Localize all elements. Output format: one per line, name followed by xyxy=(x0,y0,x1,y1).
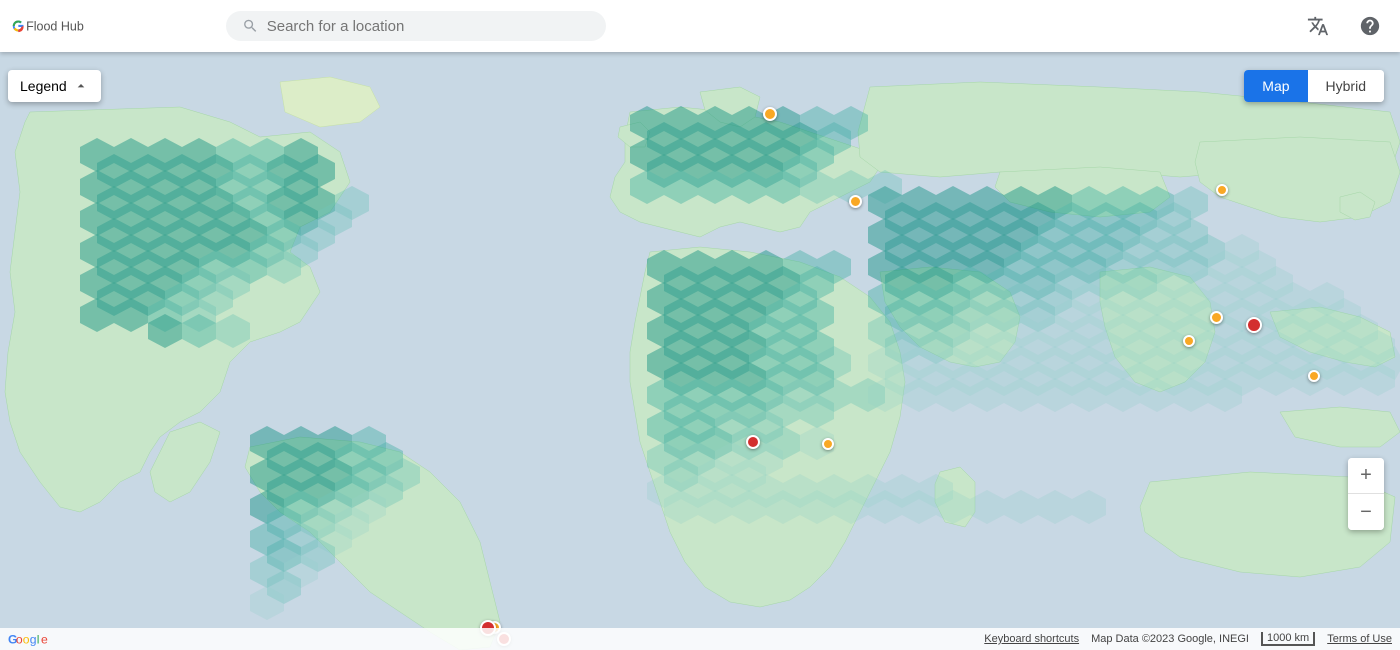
flood-marker-5[interactable] xyxy=(1183,335,1195,347)
search-bar[interactable] xyxy=(226,11,606,41)
svg-text:o: o xyxy=(23,632,30,646)
map-type-map-button[interactable]: Map xyxy=(1244,70,1307,102)
map-type-toggle: Map Hybrid xyxy=(1244,70,1384,102)
zoom-out-button[interactable]: − xyxy=(1348,494,1384,530)
flood-marker-4[interactable] xyxy=(1210,311,1223,324)
translate-icon xyxy=(1307,15,1329,37)
zoom-controls: + − xyxy=(1348,458,1384,530)
search-input[interactable] xyxy=(267,18,590,35)
help-icon xyxy=(1359,15,1381,37)
logo-area: Flood Hub xyxy=(12,14,222,38)
bottom-bar-right: Keyboard shortcuts Map Data ©2023 Google… xyxy=(984,632,1392,646)
flood-marker-1[interactable] xyxy=(763,107,777,121)
svg-text:Flood Hub: Flood Hub xyxy=(26,20,84,34)
google-bottom-logo: G o o g l e xyxy=(8,631,48,647)
zoom-in-button[interactable]: + xyxy=(1348,458,1384,494)
flood-marker-red-1[interactable] xyxy=(1246,317,1262,333)
help-button[interactable] xyxy=(1352,8,1388,44)
legend-button[interactable]: Legend xyxy=(8,70,101,102)
keyboard-shortcuts-link[interactable]: Keyboard shortcuts xyxy=(984,633,1079,645)
map-type-hybrid-button[interactable]: Hybrid xyxy=(1308,70,1384,102)
svg-text:l: l xyxy=(37,632,40,646)
scale-label: 1000 km xyxy=(1261,632,1315,646)
flood-marker-6[interactable] xyxy=(1308,370,1320,382)
app-header: Flood Hub xyxy=(0,0,1400,52)
header-right xyxy=(1300,8,1388,44)
map-data-label: Map Data ©2023 Google, INEGI xyxy=(1091,633,1249,645)
flood-marker-3[interactable] xyxy=(1216,184,1228,196)
search-icon xyxy=(242,17,259,35)
google-logo-icon: Flood Hub xyxy=(12,14,84,38)
translate-button[interactable] xyxy=(1300,8,1336,44)
google-bottom-icon: G o o g l e xyxy=(8,631,48,647)
svg-text:g: g xyxy=(30,632,37,646)
svg-text:e: e xyxy=(41,632,48,646)
flood-marker-7[interactable] xyxy=(822,438,834,450)
flood-marker-red-2[interactable] xyxy=(746,435,760,449)
legend-label: Legend xyxy=(20,78,67,94)
flood-marker-2[interactable] xyxy=(849,195,862,208)
bottom-bar: G o o g l e Keyboard shortcuts Map Data … xyxy=(0,628,1400,650)
chevron-up-icon xyxy=(73,78,89,94)
map-svg xyxy=(0,52,1400,650)
map-container[interactable]: Legend Map Hybrid + − G o o g xyxy=(0,52,1400,650)
svg-text:o: o xyxy=(16,632,23,646)
terms-of-use-link[interactable]: Terms of Use xyxy=(1327,633,1392,645)
